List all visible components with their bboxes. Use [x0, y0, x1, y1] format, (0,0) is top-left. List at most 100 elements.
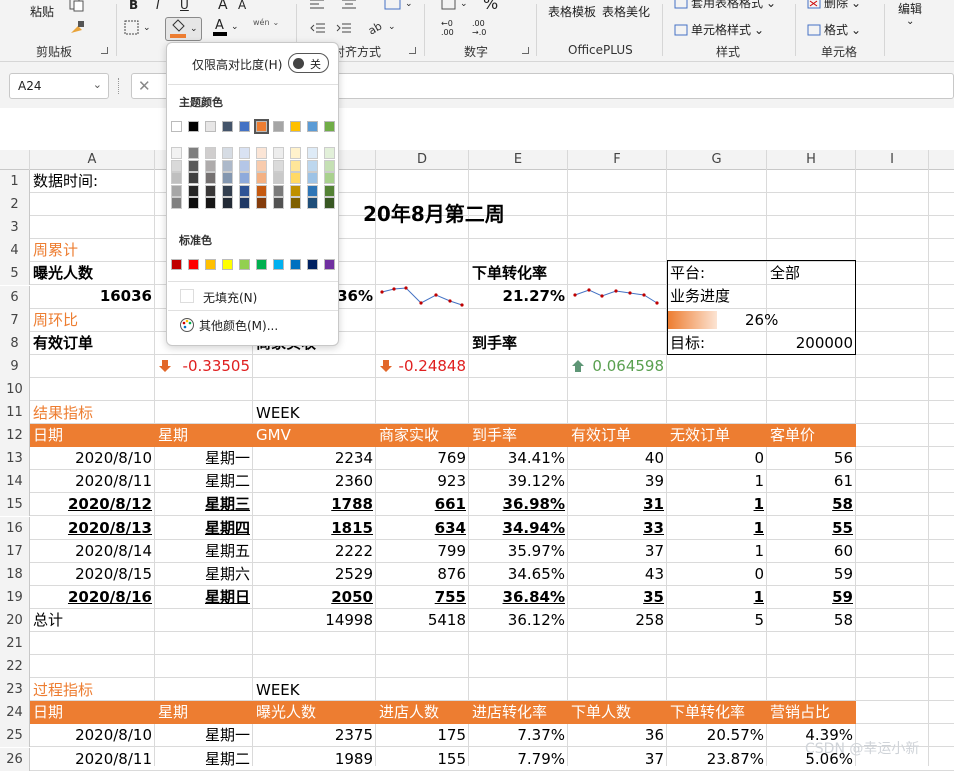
table-template-button[interactable]: 表格模板: [548, 3, 596, 20]
table-cell[interactable]: 769: [376, 447, 469, 469]
table-cell[interactable]: 58: [767, 493, 856, 515]
row-header[interactable]: 21: [0, 632, 30, 655]
align-center-icon[interactable]: [341, 0, 357, 10]
table-header-cell[interactable]: 星期: [155, 424, 188, 447]
table-cell[interactable]: 星期六: [155, 563, 253, 585]
indent-decrease-icon[interactable]: [310, 22, 326, 34]
theme-shade-swatch[interactable]: [222, 147, 233, 159]
row-header[interactable]: 19: [0, 586, 30, 609]
table-cell[interactable]: 55: [767, 517, 856, 539]
theme-shade-swatch[interactable]: [290, 197, 301, 209]
theme-shade-swatch[interactable]: [205, 184, 216, 197]
b9-cell[interactable]: -0.33505: [155, 355, 253, 377]
table-cell[interactable]: 1: [667, 586, 767, 608]
platform-label[interactable]: 平台:: [667, 262, 708, 284]
row-header[interactable]: 17: [0, 540, 30, 563]
table-cell[interactable]: 34.65%: [469, 563, 568, 585]
table-cell[interactable]: 2020/8/14: [30, 540, 155, 562]
theme-shade-swatch[interactable]: [307, 147, 318, 159]
standard-color-swatch[interactable]: [324, 259, 335, 270]
theme-shade-swatch[interactable]: [273, 197, 284, 209]
name-box[interactable]: A24 ⌄: [9, 73, 109, 99]
standard-color-swatch[interactable]: [239, 259, 250, 270]
theme-color-swatch[interactable]: [205, 121, 216, 132]
theme-color-swatch[interactable]: [254, 119, 269, 134]
table-cell[interactable]: 36: [568, 724, 667, 746]
theme-shade-swatch[interactable]: [222, 172, 233, 184]
edit-button[interactable]: 编辑: [898, 0, 922, 17]
table-cell[interactable]: 星期一: [155, 724, 253, 746]
theme-color-swatch[interactable]: [290, 121, 301, 132]
cell-a1[interactable]: 数据时间:: [30, 170, 101, 192]
border-icon[interactable]: ⌄: [124, 20, 151, 36]
theme-shade-swatch[interactable]: [239, 159, 250, 172]
table-cell[interactable]: 634: [376, 517, 469, 539]
exposure-label[interactable]: 曝光人数: [30, 262, 96, 284]
table-cell[interactable]: 2529: [253, 563, 376, 585]
table-cell[interactable]: 2222: [253, 540, 376, 562]
table-cell[interactable]: 2234: [253, 447, 376, 469]
theme-shade-swatch[interactable]: [256, 159, 267, 172]
theme-shade-swatch[interactable]: [307, 197, 318, 209]
theme-shade-swatch[interactable]: [290, 172, 301, 184]
high-contrast-toggle[interactable]: 关: [288, 53, 329, 73]
table-cell[interactable]: 40: [568, 447, 667, 469]
table-header-cell[interactable]: 商家实收: [376, 424, 439, 447]
theme-shade-swatch[interactable]: [256, 147, 267, 159]
table-cell[interactable]: 星期二: [155, 470, 253, 492]
table-cell[interactable]: 175: [376, 724, 469, 746]
table-cell[interactable]: 0: [667, 447, 767, 469]
table-cell[interactable]: 2020/8/15: [30, 563, 155, 585]
italic-icon[interactable]: I: [156, 0, 160, 12]
table-cell[interactable]: 2375: [253, 724, 376, 746]
table-cell[interactable]: 1815: [253, 517, 376, 539]
table-cell[interactable]: 31: [568, 493, 667, 515]
arrival-rate-label[interactable]: 到手率: [469, 332, 520, 354]
table-cell[interactable]: 35: [568, 586, 667, 608]
table-cell[interactable]: 1788: [253, 493, 376, 515]
alignment-launcher-icon[interactable]: [409, 47, 416, 54]
table-cell[interactable]: 36.84%: [469, 586, 568, 608]
row-header[interactable]: 25: [0, 724, 30, 747]
standard-color-swatch[interactable]: [256, 259, 267, 270]
table-cell[interactable]: 2020/8/13: [30, 517, 155, 539]
percent-icon[interactable]: %: [483, 0, 498, 13]
theme-shade-swatch[interactable]: [222, 184, 233, 197]
standard-color-swatch[interactable]: [205, 259, 216, 270]
shrink-font-icon[interactable]: A: [238, 0, 246, 12]
table-header-cell[interactable]: 下单转化率: [667, 701, 745, 724]
theme-shade-swatch[interactable]: [188, 159, 199, 172]
table-cell[interactable]: 星期五: [155, 540, 253, 562]
column-header[interactable]: D: [376, 150, 469, 170]
table-header-cell[interactable]: 进店转化率: [469, 701, 547, 724]
standard-color-swatch[interactable]: [307, 259, 318, 270]
theme-shade-swatch[interactable]: [324, 172, 335, 184]
table-cell[interactable]: 59: [767, 586, 856, 608]
table-header-cell[interactable]: 到手率: [469, 424, 517, 447]
row-header[interactable]: 11: [0, 401, 30, 424]
row-header[interactable]: 15: [0, 493, 30, 516]
row-header[interactable]: 8: [0, 332, 30, 355]
target-value[interactable]: 200000: [767, 332, 856, 354]
theme-color-swatch[interactable]: [171, 121, 182, 132]
table-cell[interactable]: 1989: [253, 748, 376, 770]
format-button[interactable]: 格式 ⌄: [807, 21, 861, 38]
column-header[interactable]: H: [767, 150, 856, 170]
exposure-value[interactable]: 16036: [30, 285, 155, 307]
table-cell[interactable]: 1: [667, 470, 767, 492]
theme-shade-swatch[interactable]: [222, 197, 233, 209]
theme-shade-swatch[interactable]: [290, 159, 301, 172]
table-cell[interactable]: 2360: [253, 470, 376, 492]
row-header[interactable]: 2: [0, 193, 30, 216]
table-header-cell[interactable]: 营销占比: [767, 701, 830, 724]
week-cum-label[interactable]: 周累计: [30, 239, 81, 261]
theme-shade-swatch[interactable]: [324, 147, 335, 159]
total-cell[interactable]: 58: [767, 609, 856, 631]
table-cell[interactable]: 39.12%: [469, 470, 568, 492]
indent-increase-icon[interactable]: [336, 22, 352, 34]
select-all-corner[interactable]: [0, 150, 30, 170]
total-cell[interactable]: 36.12%: [469, 609, 568, 631]
table-cell[interactable]: 755: [376, 586, 469, 608]
theme-shade-swatch[interactable]: [290, 147, 301, 159]
valid-orders-label[interactable]: 有效订单: [30, 332, 96, 354]
